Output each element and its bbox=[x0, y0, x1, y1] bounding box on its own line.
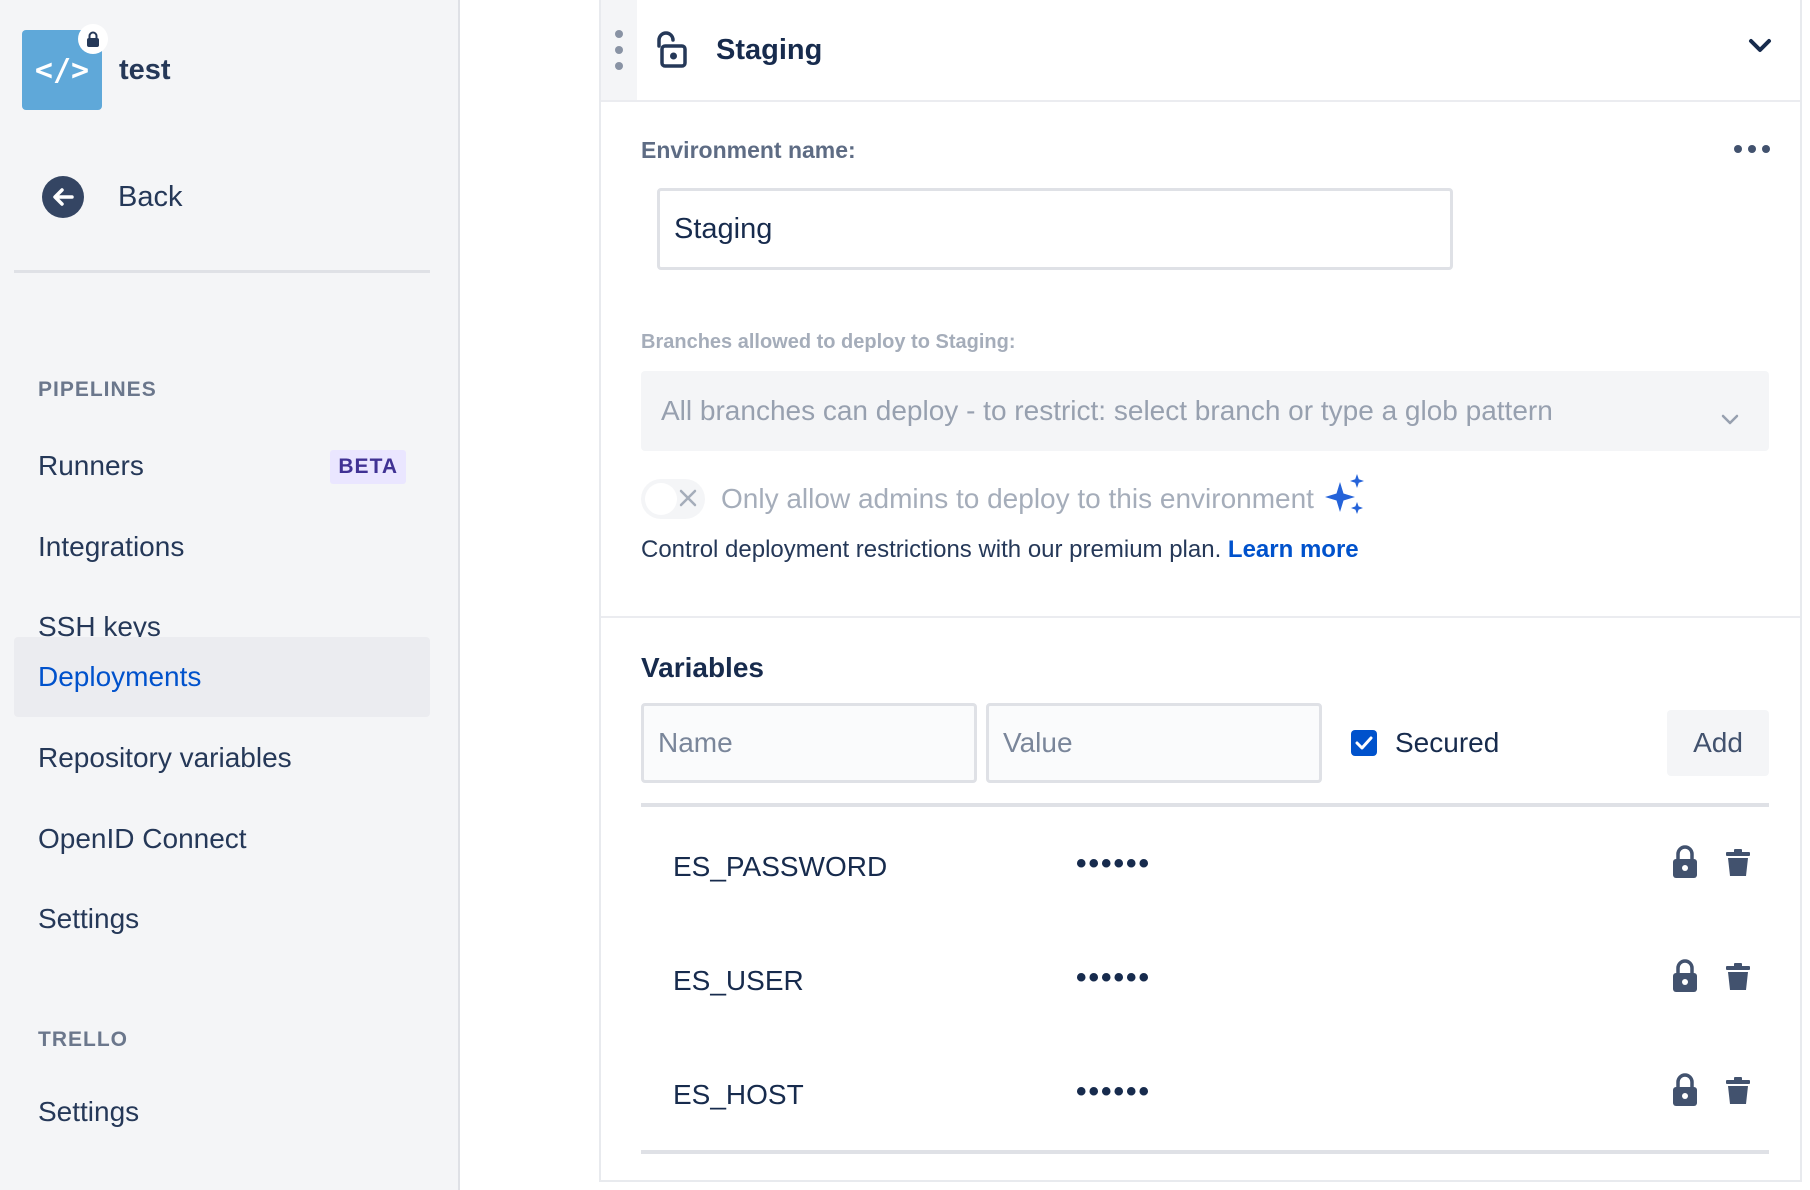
lock-icon[interactable] bbox=[1671, 845, 1699, 884]
sidebar-item-label: Integrations bbox=[38, 531, 185, 562]
variable-name: ES_USER bbox=[673, 965, 804, 996]
environment-name-label: Environment name: bbox=[641, 137, 856, 163]
sparkle-icon bbox=[1324, 474, 1368, 523]
learn-more-link[interactable]: Learn more bbox=[1228, 536, 1359, 563]
table-row: ES_USER •••••• bbox=[641, 925, 1769, 1035]
lock-icon[interactable] bbox=[1671, 959, 1699, 998]
back-button[interactable]: Back bbox=[42, 176, 182, 218]
sidebar-item-label: Runners bbox=[38, 450, 144, 481]
close-icon bbox=[677, 487, 699, 514]
table-row: ES_PASSWORD •••••• bbox=[641, 811, 1769, 921]
trash-icon[interactable] bbox=[1725, 849, 1751, 882]
repo-avatar[interactable]: </> bbox=[22, 24, 108, 110]
admin-toggle-row: Only allow admins to deploy to this envi… bbox=[641, 474, 1368, 523]
premium-notice: Control deployment restrictions with our… bbox=[641, 536, 1359, 564]
environment-name-input[interactable] bbox=[657, 188, 1453, 270]
unlock-icon bbox=[653, 30, 687, 73]
sidebar-item-trello-settings[interactable]: Settings bbox=[14, 1072, 430, 1152]
repo-header: </> test bbox=[22, 24, 171, 110]
variable-value-input[interactable] bbox=[986, 703, 1322, 783]
table-divider-top bbox=[641, 803, 1769, 807]
add-variable-button[interactable]: Add bbox=[1667, 710, 1769, 776]
environment-header[interactable]: Staging bbox=[601, 0, 1800, 102]
admin-only-toggle[interactable] bbox=[641, 478, 705, 519]
sidebar-item-repository-variables[interactable]: Repository variables bbox=[14, 718, 430, 798]
code-icon: </> bbox=[34, 52, 90, 88]
sidebar-item-label: Settings bbox=[38, 903, 140, 934]
sidebar-item-runners[interactable]: Runners BETA bbox=[14, 426, 430, 506]
branch-select[interactable]: All branches can deploy - to restrict: s… bbox=[641, 371, 1769, 451]
back-label: Back bbox=[118, 180, 183, 213]
variables-title: Variables bbox=[641, 652, 764, 683]
sidebar-item-openid-connect[interactable]: OpenID Connect bbox=[14, 799, 430, 879]
sidebar-item-label: Deployments bbox=[38, 661, 202, 692]
sidebar-item-label: Repository variables bbox=[38, 742, 292, 773]
sidebar-item-settings[interactable]: Settings bbox=[14, 879, 430, 959]
lock-icon[interactable] bbox=[1671, 1073, 1699, 1112]
variable-value: •••••• bbox=[1076, 1075, 1152, 1108]
variable-name-input[interactable] bbox=[641, 703, 977, 783]
arrow-left-icon bbox=[42, 176, 84, 218]
variable-name: ES_HOST bbox=[673, 1079, 804, 1110]
lock-icon bbox=[78, 24, 108, 54]
branch-select-placeholder: All branches can deploy - to restrict: s… bbox=[661, 395, 1553, 426]
checkmark-icon bbox=[1351, 730, 1377, 756]
secured-label: Secured bbox=[1395, 727, 1500, 758]
more-options-icon[interactable] bbox=[1734, 145, 1770, 153]
branches-label: Branches allowed to deploy to Staging: bbox=[641, 331, 1016, 353]
premium-text: Control deployment restrictions with our… bbox=[641, 536, 1222, 563]
section-heading-trello: TRELLO bbox=[38, 1028, 128, 1051]
sidebar: </> test Back PIPELINES Runners BETA Int… bbox=[0, 0, 460, 1190]
environment-panel: Staging Environment name: Branches allow… bbox=[599, 0, 1802, 1182]
secured-checkbox[interactable]: Secured bbox=[1351, 727, 1499, 759]
trash-icon[interactable] bbox=[1725, 963, 1751, 996]
sidebar-item-label: Settings bbox=[38, 1096, 140, 1127]
trash-icon[interactable] bbox=[1725, 1077, 1751, 1110]
variable-name: ES_PASSWORD bbox=[673, 851, 888, 882]
environment-title: Staging bbox=[716, 34, 823, 66]
drag-handle-icon[interactable] bbox=[601, 0, 637, 100]
section-separator bbox=[601, 616, 1800, 618]
sidebar-item-deployments[interactable]: Deployments bbox=[14, 637, 430, 717]
variable-value: •••••• bbox=[1076, 961, 1152, 994]
variable-value: •••••• bbox=[1076, 847, 1152, 880]
table-row: ES_HOST •••••• bbox=[641, 1039, 1769, 1149]
sidebar-divider bbox=[14, 270, 430, 273]
chevron-down-icon bbox=[1721, 401, 1739, 433]
beta-badge: BETA bbox=[330, 450, 406, 484]
repo-name[interactable]: test bbox=[119, 54, 171, 87]
admin-toggle-label: Only allow admins to deploy to this envi… bbox=[721, 482, 1314, 514]
sidebar-item-integrations[interactable]: Integrations bbox=[14, 507, 430, 587]
chevron-down-icon[interactable] bbox=[1748, 38, 1772, 59]
section-heading-pipelines: PIPELINES bbox=[38, 378, 157, 401]
sidebar-item-label: OpenID Connect bbox=[38, 823, 247, 854]
table-divider-bottom bbox=[641, 1150, 1769, 1154]
